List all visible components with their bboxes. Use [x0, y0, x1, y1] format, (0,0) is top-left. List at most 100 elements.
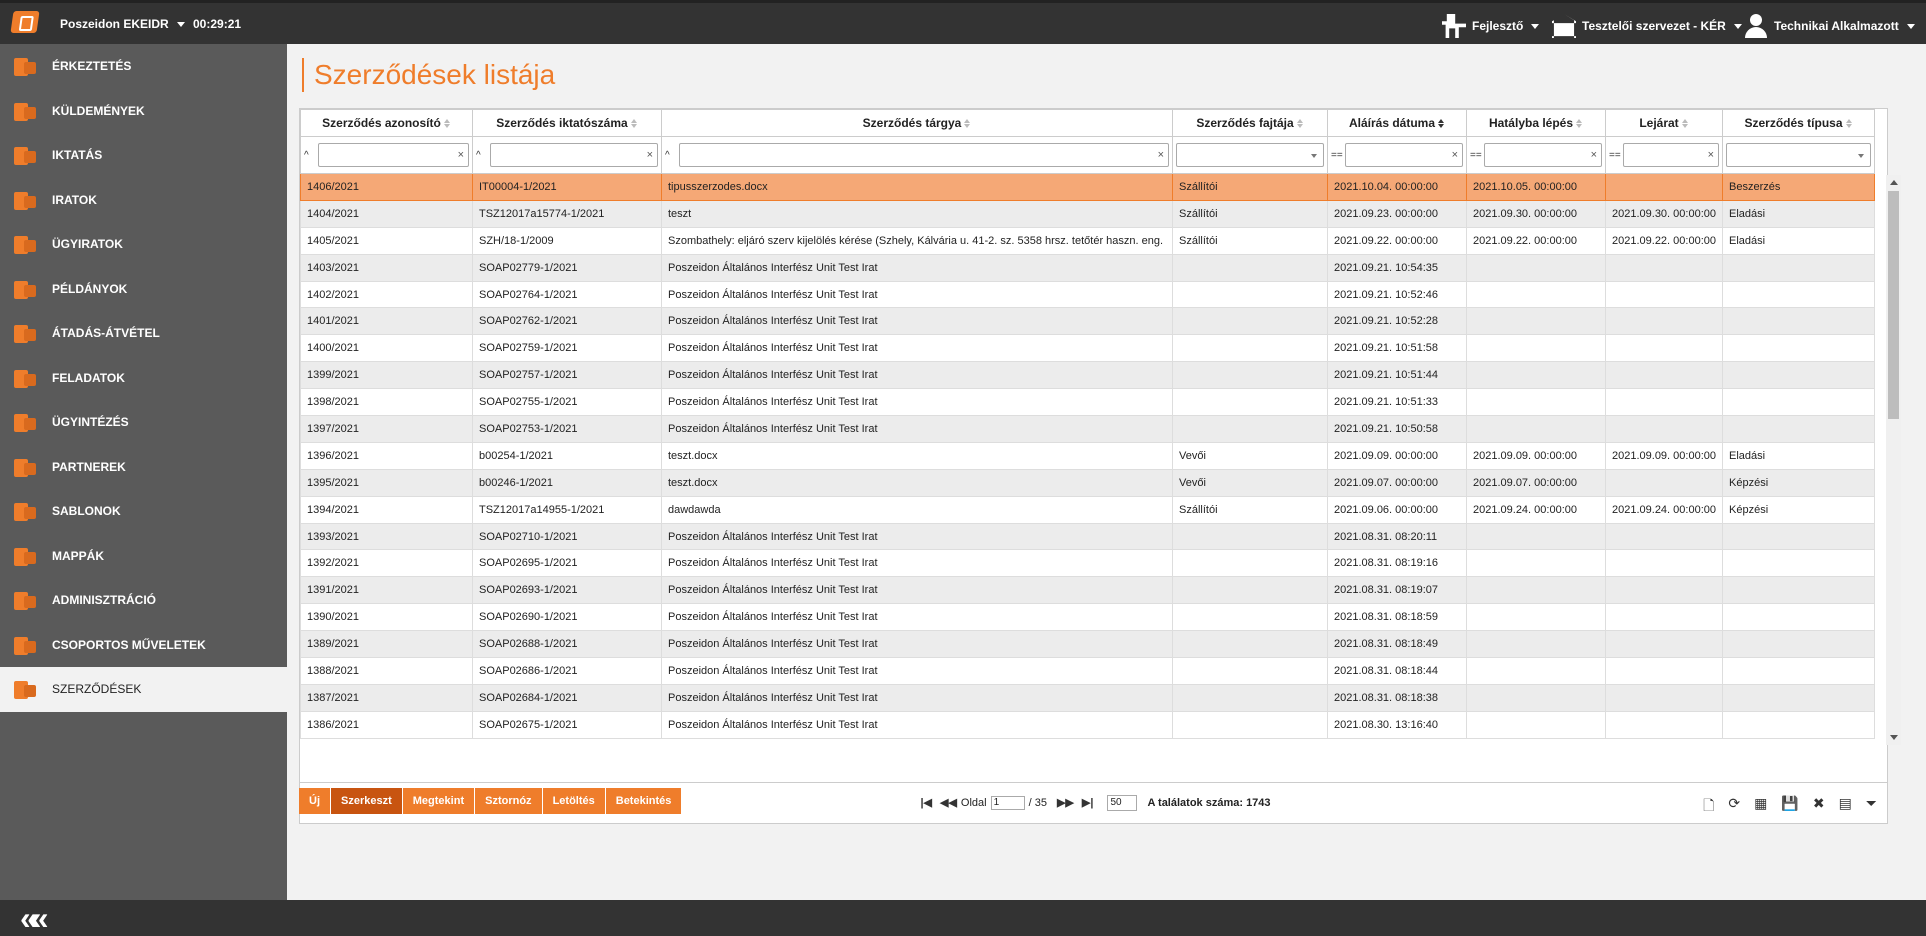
table-row[interactable]: 1393/2021 SOAP02710-1/2021 Poszeidon Által…: [300, 522, 1875, 551]
table-row[interactable]: 1396/2021 b00254-1/2021 teszt.docx Vevői 202…: [300, 441, 1875, 470]
scroll-up-icon[interactable]: [1890, 180, 1898, 185]
app-logo-icon[interactable]: [10, 11, 40, 33]
table-row[interactable]: 1386/2021 SOAP02675-1/2021 Poszeidon Által…: [300, 710, 1875, 739]
sidebar-item-2[interactable]: Iktatás: [0, 133, 287, 178]
clear-filter-icon[interactable]: ✖: [1813, 795, 1825, 819]
action-button-4[interactable]: Letöltés: [542, 788, 606, 814]
refresh-icon[interactable]: ⟳: [1728, 795, 1740, 819]
filter-input[interactable]: ×: [1484, 143, 1602, 167]
column-header[interactable]: Szerződés fajtája: [1172, 109, 1328, 137]
filter-operator[interactable]: ==: [1470, 150, 1484, 161]
sidebar-item-7[interactable]: Feladatok: [0, 356, 287, 401]
sort-icon[interactable]: [1681, 118, 1689, 129]
sidebar-item-12[interactable]: Adminisztráció: [0, 578, 287, 623]
sidebar-item-4[interactable]: Ügyiratok: [0, 222, 287, 267]
table-row[interactable]: 1388/2021 SOAP02686-1/2021 Poszeidon Által…: [300, 657, 1875, 685]
sidebar-item-5[interactable]: Példányok: [0, 267, 287, 312]
page-input[interactable]: 1: [990, 795, 1025, 810]
table-row[interactable]: 1394/2021 TSZ12017a14955-1/2021 dawdawda Sz…: [300, 495, 1875, 524]
column-header[interactable]: Hatályba lépés: [1466, 109, 1606, 137]
action-button-3[interactable]: Sztornóz: [475, 788, 543, 814]
developer-menu[interactable]: Fejlesztő: [1442, 13, 1540, 39]
sidebar-item-9[interactable]: Partnerek: [0, 445, 287, 490]
table-row[interactable]: 1398/2021 SOAP02755-1/2021 Poszeidon Által…: [300, 388, 1875, 417]
table-row[interactable]: 1390/2021 SOAP02690-1/2021 Poszeidon Által…: [300, 603, 1875, 632]
sidebar-item-10[interactable]: Sablonok: [0, 489, 287, 534]
table-row[interactable]: 1402/2021 SOAP02764-1/2021 Poszeidon Által…: [300, 280, 1875, 309]
sidebar-item-14[interactable]: Szerződések: [0, 667, 287, 712]
sidebar-item-8[interactable]: Ügyintézés: [0, 400, 287, 445]
sort-icon[interactable]: [1845, 118, 1853, 129]
sort-icon[interactable]: [1438, 118, 1445, 129]
collapse-sidebar-icon[interactable]: « «: [20, 902, 49, 934]
column-header[interactable]: Szerződés azonosító: [300, 109, 473, 137]
sidebar-item-6[interactable]: Átadás-átvétel: [0, 311, 287, 356]
clear-icon[interactable]: ×: [647, 149, 653, 161]
action-button-2[interactable]: Megtekint: [402, 788, 476, 814]
next-page-icon[interactable]: ▶▶: [1057, 796, 1074, 809]
filter-input[interactable]: ×: [490, 143, 658, 167]
sidebar-item-1[interactable]: Küldemények: [0, 89, 287, 134]
clear-icon[interactable]: ×: [1158, 149, 1164, 161]
first-page-icon[interactable]: |◀: [920, 796, 932, 809]
table-row[interactable]: 1387/2021 SOAP02684-1/2021 Poszeidon Által…: [300, 683, 1875, 712]
table-row[interactable]: 1389/2021 SOAP02688-1/2021 Poszeidon Által…: [300, 630, 1875, 659]
columns-table-icon[interactable]: ▦: [1754, 795, 1767, 819]
filter-operator[interactable]: ^: [304, 150, 318, 161]
column-header[interactable]: Szerződés tárgya: [661, 109, 1173, 137]
table-row[interactable]: 1397/2021 SOAP02753-1/2021 Poszeidon Által…: [300, 415, 1875, 443]
page-size-select[interactable]: 50: [1107, 794, 1138, 811]
clear-icon[interactable]: ×: [1591, 149, 1597, 161]
user-menu[interactable]: Technikai Alkalmazott: [1744, 13, 1915, 39]
sort-icon[interactable]: [630, 118, 638, 129]
filter-select[interactable]: [1726, 143, 1871, 167]
sort-icon[interactable]: [443, 118, 451, 129]
scrollbar-thumb[interactable]: [1888, 191, 1899, 419]
vertical-scrollbar[interactable]: [1886, 175, 1901, 745]
sort-icon[interactable]: [1576, 118, 1583, 129]
filter-operator[interactable]: ^: [476, 150, 490, 161]
organization-menu[interactable]: Tesztelői szervezet - KÉR: [1552, 13, 1742, 39]
filter-icon[interactable]: ⏷: [1866, 795, 1877, 819]
action-button-0[interactable]: Új: [299, 788, 331, 814]
table-row[interactable]: 1403/2021 SOAP02779-1/2021 Poszeidon Által…: [300, 253, 1875, 282]
column-header[interactable]: Szerződés típusa: [1722, 109, 1875, 137]
filter-input[interactable]: ×: [1345, 143, 1463, 167]
action-button-5[interactable]: Betekintés: [605, 788, 683, 814]
action-button-1[interactable]: Szerkeszt: [331, 788, 403, 814]
save-icon[interactable]: 💾: [1781, 795, 1798, 819]
sort-icon[interactable]: [1296, 118, 1304, 129]
clear-icon[interactable]: ×: [458, 149, 464, 161]
table-row[interactable]: 1392/2021 SOAP02695-1/2021 Poszeidon Által…: [300, 549, 1875, 578]
table-row[interactable]: 1406/2021 IT00004-1/2021 tipusszerzodes.do…: [300, 173, 1875, 201]
sort-icon[interactable]: [964, 118, 971, 129]
filter-operator[interactable]: ==: [1609, 150, 1623, 161]
filter-input[interactable]: ×: [318, 143, 469, 167]
filter-input[interactable]: ×: [679, 143, 1169, 167]
filter-input[interactable]: ×: [1623, 143, 1719, 167]
sidebar-item-13[interactable]: Csoportos műveletek: [0, 623, 287, 668]
table-row[interactable]: 1400/2021 SOAP02759-1/2021 Poszeidon Által…: [300, 334, 1875, 363]
filter-operator[interactable]: ^: [665, 150, 679, 161]
table-row[interactable]: 1399/2021 SOAP02757-1/2021 Poszeidon Által…: [300, 361, 1875, 390]
table-row[interactable]: 1395/2021 b00246-1/2021 teszt.docx Vevői 202…: [300, 468, 1875, 497]
table-row[interactable]: 1391/2021 SOAP02693-1/2021 Poszeidon Által…: [300, 576, 1875, 605]
prev-page-icon[interactable]: ◀◀: [940, 796, 957, 809]
table-row[interactable]: 1404/2021 TSZ12017a15774-1/2021 teszt Száll…: [300, 199, 1875, 228]
app-menu[interactable]: Poszeidon EKEIDR: [60, 17, 185, 31]
filter-operator[interactable]: ==: [1331, 150, 1345, 161]
column-header[interactable]: Lejárat: [1605, 109, 1723, 137]
clear-icon[interactable]: ×: [1452, 149, 1458, 161]
table-row[interactable]: 1401/2021 SOAP02762-1/2021 Poszeidon Által…: [300, 307, 1875, 336]
column-header[interactable]: Szerződés iktatószáma: [472, 109, 662, 137]
column-header[interactable]: Aláírás dátuma: [1327, 109, 1467, 137]
filter-select[interactable]: [1176, 143, 1324, 167]
scroll-down-icon[interactable]: [1890, 735, 1898, 740]
table-row[interactable]: 1405/2021 SZH/18-1/2009 Szombathely: eljár…: [300, 226, 1875, 255]
export-document-icon[interactable]: 🗋: [1703, 795, 1714, 819]
clear-icon[interactable]: ×: [1708, 149, 1714, 161]
last-page-icon[interactable]: ▶|: [1082, 796, 1094, 809]
sidebar-item-11[interactable]: Mappák: [0, 534, 287, 579]
sidebar-item-0[interactable]: Érkeztetés: [0, 44, 287, 89]
settings-table-icon[interactable]: ▤: [1839, 795, 1852, 819]
